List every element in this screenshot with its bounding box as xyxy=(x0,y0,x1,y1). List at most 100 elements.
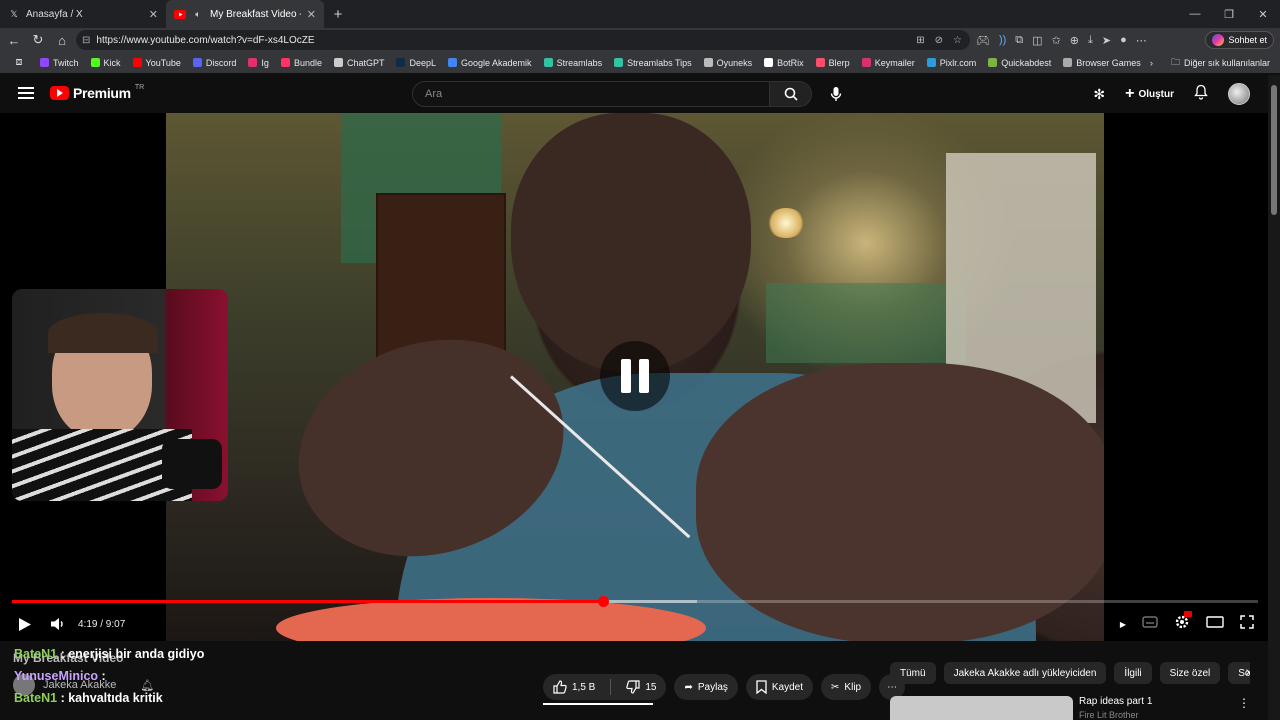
subtitles-icon[interactable] xyxy=(1142,615,1158,633)
bookmark-keymailer[interactable]: Keymailer xyxy=(856,58,921,68)
page-scrollbar[interactable] xyxy=(1268,75,1280,720)
autoplay-toggle-icon[interactable]: ▶ xyxy=(1120,620,1126,629)
speaker-icon[interactable]: 🔈︎ xyxy=(192,8,204,20)
recommended-thumbnail[interactable] xyxy=(890,696,1073,720)
app-available-icon[interactable]: ⊞ xyxy=(916,35,924,46)
other-bookmarks-label[interactable]: Diğer sık kullanılanlar xyxy=(1184,58,1270,68)
fullscreen-icon[interactable] xyxy=(1240,614,1254,634)
copilot-chat-button[interactable]: Sohbet et xyxy=(1205,31,1274,49)
bookmark-browser-games[interactable]: Browser Games xyxy=(1057,58,1147,68)
chips-next-chevron-icon[interactable]: › xyxy=(1245,663,1250,679)
youtube-premium-logo[interactable]: Premium TR xyxy=(50,84,144,101)
extensions-icon[interactable]: ⧉ xyxy=(1015,34,1023,47)
chat-message: BateN1 : kahvaltıda kritik xyxy=(14,687,204,709)
bookmark-label: DeepL xyxy=(409,57,437,68)
clip-button[interactable]: ✂ Klip xyxy=(821,674,872,700)
save-button[interactable]: Kaydet xyxy=(745,674,814,700)
bookmark-discord[interactable]: Discord xyxy=(187,58,243,68)
tab-youtube-video[interactable]: 🔈︎ My Breakfast Video - YouTube ✕ xyxy=(166,0,324,28)
bookmark-twitch[interactable]: Twitch xyxy=(34,58,85,68)
share-icon[interactable]: ➤ xyxy=(1102,34,1111,47)
home-icon[interactable]: ⌂ xyxy=(50,28,74,52)
pause-overlay-button[interactable] xyxy=(600,341,670,411)
profile-icon[interactable]: ● xyxy=(1120,34,1127,46)
theater-mode-icon[interactable] xyxy=(1206,615,1224,633)
progress-bar[interactable] xyxy=(12,596,1258,607)
microphone-icon xyxy=(830,87,842,101)
search-input[interactable]: Ara xyxy=(412,81,770,107)
bookmark-favicon-icon xyxy=(90,58,100,67)
tab-actions-icon[interactable]: ⧈ xyxy=(4,51,34,75)
minimize-icon[interactable]: — xyxy=(1178,0,1212,28)
volume-icon xyxy=(51,618,63,630)
bookmark-bundle[interactable]: Bundle xyxy=(275,58,328,68)
favorite-star-icon[interactable]: ☆ xyxy=(953,35,962,46)
bookmark-label: Kick xyxy=(103,57,121,68)
time-display: 4:19 / 9:07 xyxy=(78,618,126,630)
notifications-bell-icon[interactable] xyxy=(1194,84,1208,105)
bookmark-chatgpt[interactable]: ChatGPT xyxy=(328,58,391,68)
player-controls: 4:19 / 9:07 ▶ xyxy=(0,609,1268,639)
favorites-icon[interactable]: ✩ xyxy=(1052,34,1061,47)
create-button[interactable]: + Oluştur xyxy=(1125,85,1174,103)
reload-icon[interactable]: ↻ xyxy=(26,28,50,52)
filter-chip[interactable]: İlgili xyxy=(1114,662,1152,684)
bookmark-streamlabs[interactable]: Streamlabs xyxy=(538,58,609,68)
share-button[interactable]: ➦ Paylaş xyxy=(674,674,738,700)
site-info-icon[interactable]: ⊟ xyxy=(82,35,90,46)
kebab-menu-icon[interactable]: ⋮ xyxy=(1238,696,1250,710)
new-tab-button[interactable]: + xyxy=(324,6,352,23)
url-field[interactable]: ⊟ https://www.youtube.com/watch?v=dF-xs4… xyxy=(76,30,970,50)
close-window-icon[interactable]: ✕ xyxy=(1246,0,1280,28)
collections-icon[interactable]: ⊕ xyxy=(1070,34,1079,47)
volume-button[interactable] xyxy=(50,609,66,639)
cast-extension-icon[interactable]: ✻ xyxy=(1093,86,1105,103)
close-tab-icon[interactable]: ✕ xyxy=(149,8,158,21)
download-icon[interactable]: ⤓ xyxy=(1088,34,1093,47)
close-tab-icon[interactable]: ✕ xyxy=(307,8,316,21)
account-avatar[interactable] xyxy=(1228,83,1250,105)
bookmark-favicon-icon xyxy=(861,58,871,67)
more-menu-icon[interactable]: ⋯ xyxy=(1136,34,1147,47)
scrollbar-thumb[interactable] xyxy=(1271,85,1277,215)
filter-chip[interactable]: Size özel xyxy=(1159,662,1221,684)
hamburger-menu-icon[interactable] xyxy=(18,87,34,99)
tab-title: Anasayfa / X xyxy=(26,8,83,20)
bookmark-deepl[interactable]: DeepL xyxy=(390,58,442,68)
bookmark-botrix[interactable]: BotRix xyxy=(758,58,810,68)
bookmark-quickabdest[interactable]: Quickabdest xyxy=(982,58,1057,68)
bookmark-label: Blerp xyxy=(828,57,850,68)
filter-chip[interactable]: Tümü xyxy=(890,662,936,684)
address-toolbar: ← ↻ ⌂ ⊟ https://www.youtube.com/watch?v=… xyxy=(0,28,1280,52)
bookmark-streamlabs-tips[interactable]: Streamlabs Tips xyxy=(608,58,698,68)
recommended-video[interactable]: Rap ideas part 1 Fire Lit Brother ⋮ xyxy=(890,696,1250,720)
gamepad-icon[interactable]: 🎮︎ xyxy=(976,34,990,47)
like-button[interactable]: 1,5 B xyxy=(543,674,605,700)
bookmark-youtube[interactable]: YouTube xyxy=(127,58,187,68)
split-screen-icon[interactable]: ◫ xyxy=(1032,34,1042,47)
settings-gear-icon[interactable] xyxy=(1174,610,1192,635)
bookmark-oyuneks[interactable]: Oyuneks xyxy=(698,58,759,68)
more-bookmarks-chevron-icon[interactable]: › xyxy=(1150,58,1153,68)
back-icon[interactable]: ← xyxy=(2,28,26,52)
bookmark-google-akademik[interactable]: Google Akademik xyxy=(442,58,538,68)
search-button[interactable] xyxy=(770,81,812,107)
tracking-icon[interactable]: ⊘ xyxy=(935,35,943,46)
bookmark-pixlr-com[interactable]: Pixlr.com xyxy=(921,58,983,68)
read-aloud-icon[interactable]: )) xyxy=(999,34,1006,46)
tab-x-home[interactable]: 𝕏 Anasayfa / X ✕ xyxy=(0,0,166,28)
restore-icon[interactable]: ❐ xyxy=(1212,0,1246,28)
bookmark-favicon-icon xyxy=(614,58,624,67)
filter-chip[interactable]: Jakeka Akakke adlı yükleyiciden xyxy=(943,662,1107,684)
bookmark-favicon-icon xyxy=(988,58,998,67)
video-player[interactable]: 4:19 / 9:07 ▶ xyxy=(0,113,1268,641)
play-button[interactable] xyxy=(16,609,34,639)
bookmark-blerp[interactable]: Blerp xyxy=(810,58,856,68)
bookmark-label: Oyuneks xyxy=(716,57,753,68)
voice-search-button[interactable] xyxy=(826,83,846,105)
bookmark-kick[interactable]: Kick xyxy=(85,58,127,68)
recommended-title[interactable]: Rap ideas part 1 xyxy=(1079,696,1152,707)
dislike-button[interactable]: 15 xyxy=(616,674,666,700)
chat-username: BateN1 xyxy=(14,691,58,705)
bookmark-ig[interactable]: Ig xyxy=(242,58,275,68)
